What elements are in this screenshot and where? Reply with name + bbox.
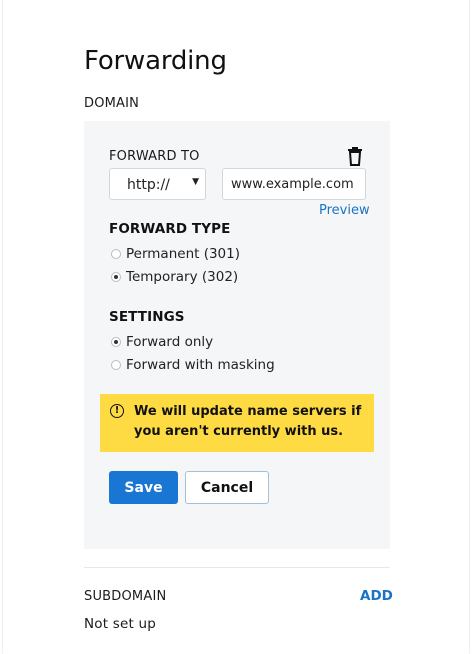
settings-heading: SETTINGS [109,309,185,325]
protocol-selected-value: http:// [127,177,170,193]
trash-icon [348,147,362,166]
save-button[interactable]: Save [109,471,178,504]
domain-section-label: DOMAIN [84,96,140,111]
section-divider [84,567,390,568]
subdomain-status: Not set up [84,616,156,632]
chevron-down-icon: ▼ [192,177,199,187]
radio-label: Forward with masking [126,357,275,373]
notice-message: We will update name servers if you aren'… [134,404,362,439]
radio-label: Temporary (302) [126,269,239,285]
info-icon: ! [110,404,124,418]
preview-link[interactable]: Preview [319,203,370,218]
name-server-notice: ! We will update name servers if you are… [100,394,374,452]
add-subdomain-link[interactable]: ADD [360,588,393,604]
forward-url-input[interactable] [222,168,366,200]
radio-label: Forward only [126,334,214,350]
forward-to-label: FORWARD TO [109,149,200,164]
subdomain-section-label: SUBDOMAIN [84,589,167,604]
radio-button[interactable] [111,360,121,370]
page-title: Forwarding [84,46,227,76]
forward-type-heading: FORWARD TYPE [109,221,231,237]
protocol-select[interactable]: http:// ▼ [109,168,206,200]
delete-forwarding-button[interactable] [346,146,364,166]
cancel-button[interactable]: Cancel [185,471,269,504]
radio-button[interactable] [111,337,121,347]
radio-button[interactable] [111,272,121,282]
radio-label: Permanent (301) [126,246,241,262]
radio-button[interactable] [111,249,121,259]
